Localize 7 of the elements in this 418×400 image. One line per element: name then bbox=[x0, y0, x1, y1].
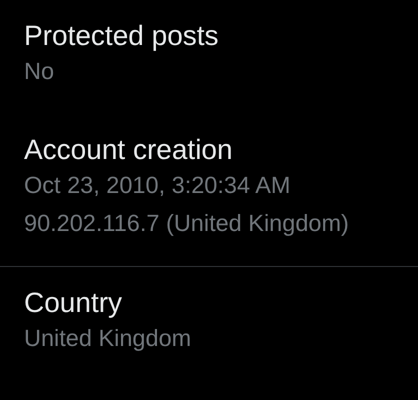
setting-title: Country bbox=[24, 287, 124, 319]
setting-title: Account creation bbox=[24, 134, 234, 166]
setting-value: United Kingdom bbox=[24, 324, 192, 353]
setting-value: No bbox=[24, 57, 56, 86]
setting-title: Protected posts bbox=[24, 20, 220, 52]
setting-value: Oct 23, 2010, 3:20:34 AM bbox=[24, 171, 292, 200]
setting-value: 90.202.116.7 (United Kingdom) bbox=[24, 209, 350, 238]
